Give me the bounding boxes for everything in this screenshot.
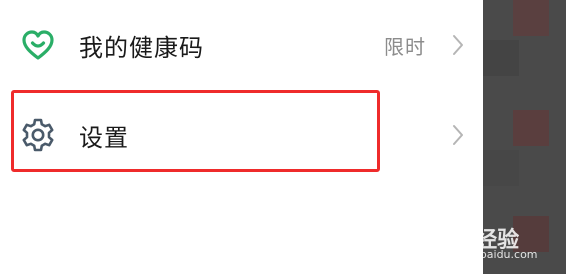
menu-panel: 我的健康码 限时 设置 (0, 0, 483, 274)
gear-icon (20, 117, 56, 153)
chevron-right-icon (448, 123, 468, 147)
menu-item-settings[interactable]: 设置 (0, 104, 483, 166)
watermark-url: jingyan.baidu.com (436, 248, 538, 261)
menu-item-health-code[interactable]: 我的健康码 限时 (0, 14, 483, 76)
menu-item-label: 设置 (79, 123, 129, 152)
heart-smile-icon (20, 27, 56, 63)
watermark: Bai经验 jingyan.baidu.com (414, 212, 554, 268)
menu-item-label: 我的健康码 (79, 33, 204, 62)
limited-time-tag: 限时 (384, 34, 426, 59)
chevron-right-icon (448, 33, 468, 57)
